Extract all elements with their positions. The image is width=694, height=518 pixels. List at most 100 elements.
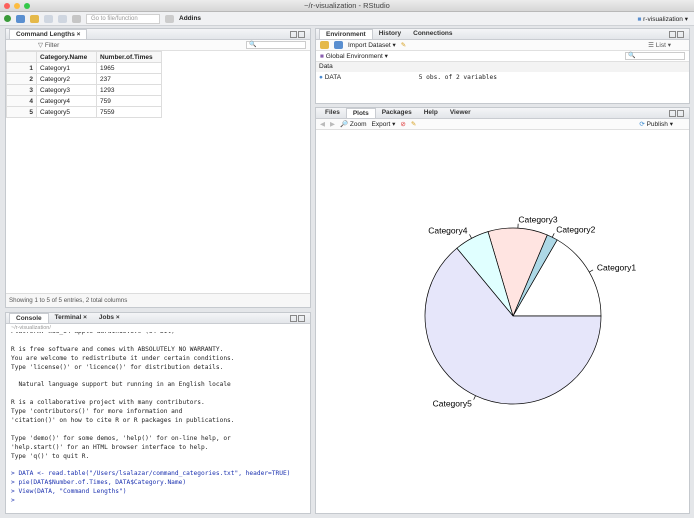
data-viewer-pane: Command Lengths × ▽ Filter 🔍 Category.Nam…	[5, 28, 311, 308]
tab-packages[interactable]: Packages	[376, 108, 418, 118]
broom-icon[interactable]: ✎	[401, 41, 406, 49]
tab-environment[interactable]: Environment	[319, 29, 373, 39]
console-line: R is free software and comes with ABSOLU…	[11, 345, 224, 353]
pie-chart: Category1 Category2Category3 Category4 Cate…	[424, 214, 636, 409]
table-cell: 2	[6, 73, 37, 85]
table-cell: Category5	[36, 106, 97, 118]
environment-search-input[interactable]: 🔍	[625, 52, 685, 60]
project-name: r-visualization	[643, 15, 683, 23]
tab-command-lengths[interactable]: Command Lengths ×	[9, 29, 88, 39]
window-title: ~/r-visualization - RStudio	[304, 1, 390, 10]
save-icon[interactable]	[44, 14, 53, 23]
plots-pane: Files Plots Packages Help Viewer ◀ ▶ 🔎 Zoom E…	[315, 107, 690, 514]
close-window-button[interactable]	[4, 3, 10, 9]
print-icon[interactable]	[72, 14, 81, 23]
table-cell: 1965	[96, 62, 162, 74]
table-cell: Category1	[36, 62, 97, 74]
tab-viewer[interactable]: Viewer	[444, 108, 477, 118]
environment-icon: ■	[320, 53, 324, 60]
console-output[interactable]: Platform: x86_64-apple-darwin15.6.0 (64-…	[6, 332, 310, 506]
pane-window-controls[interactable]	[290, 31, 306, 38]
open-file-icon[interactable]	[30, 14, 39, 23]
variable-name: DATA	[324, 74, 342, 81]
console-line: 'help.start()' for an HTML browser inter…	[11, 443, 209, 451]
column-header[interactable]	[6, 51, 37, 63]
console-command: >	[11, 497, 19, 505]
table-cell: 5	[6, 106, 37, 118]
column-header[interactable]: Category.Name	[36, 51, 97, 63]
table-row[interactable]: 1 Category1 1965	[6, 62, 162, 74]
console-line: Natural language support but running in …	[11, 381, 231, 389]
addins-menu[interactable]: Addins	[179, 15, 201, 22]
filter-button[interactable]: ▽ Filter	[38, 41, 59, 49]
column-header[interactable]: Number.of.Times	[96, 51, 162, 63]
table-cell: 1293	[96, 84, 162, 96]
viewer-search-input[interactable]: 🔍	[246, 41, 306, 49]
main-toolbar: Go to file/function Addins ■ r-visualiza…	[0, 12, 694, 26]
console-line: Type 'license()' or 'licence()' for dist…	[11, 363, 224, 371]
pane-layout-icon[interactable]	[165, 14, 174, 23]
console-command: > pie(DATA$Number.of.Times, DATA$Categor…	[11, 479, 187, 487]
new-file-icon[interactable]	[4, 15, 11, 22]
table-cell: 759	[96, 95, 162, 107]
table-row[interactable]: 5 Category5 7559	[6, 106, 162, 118]
new-project-icon[interactable]	[16, 14, 25, 23]
maximize-window-button[interactable]	[24, 3, 30, 9]
pie-label: Category5	[433, 399, 472, 409]
pie-label-line	[469, 234, 472, 239]
pie-label: Category4	[428, 226, 467, 236]
table-cell: 1	[6, 62, 37, 74]
environment-row-data[interactable]: ● DATA 5 obs. of 2 variables	[316, 72, 689, 83]
console-line: Type 'contributors()' for more informati…	[11, 408, 183, 416]
minimize-window-button[interactable]	[14, 3, 20, 9]
pie-label: Category1	[597, 263, 636, 273]
table-row[interactable]: 2 Category2 237	[6, 73, 162, 85]
console-line: 'citation()' on how to cite R or R packa…	[11, 417, 235, 425]
pane-window-controls[interactable]	[669, 110, 685, 117]
console-command: > DATA <- read.table("/Users/lsalazar/co…	[11, 470, 291, 478]
environment-scope-menu[interactable]: ■ Global Environment ▾	[320, 52, 388, 60]
publish-button[interactable]: ⟳ Publish ▾	[639, 120, 673, 128]
save-all-icon[interactable]	[58, 14, 67, 23]
list-view-button[interactable]: ☰ List ▾	[648, 41, 671, 49]
table-row[interactable]: 3 Category3 1293	[6, 84, 162, 96]
export-button[interactable]: Export ▾	[372, 120, 396, 128]
tab-files[interactable]: Files	[319, 108, 346, 118]
environment-pane: Environment History Connections Import Dat…	[315, 28, 690, 104]
pie-label-line	[551, 233, 555, 238]
back-arrow-icon[interactable]: ◀	[320, 120, 325, 128]
pie-label-line	[473, 395, 476, 400]
tab-jobs[interactable]: Jobs ×	[93, 313, 126, 323]
tab-plots[interactable]: Plots	[345, 108, 376, 118]
zoom-button[interactable]: 🔎 Zoom	[340, 120, 367, 128]
project-menu[interactable]: ■ r-visualization ▾	[637, 15, 688, 23]
table-cell: 7559	[96, 106, 162, 118]
import-dataset-button[interactable]: Import Dataset ▾	[348, 41, 396, 49]
pie-label-line	[589, 269, 594, 273]
table-row[interactable]: 4 Category4 759	[6, 95, 162, 107]
console-line: You are welcome to redistribute it under…	[11, 354, 235, 362]
table-cell: Category2	[36, 73, 97, 85]
forward-arrow-icon[interactable]: ▶	[330, 120, 335, 128]
remove-plot-icon[interactable]: ⊘	[400, 120, 405, 128]
load-workspace-icon[interactable]	[320, 41, 329, 49]
tab-connections[interactable]: Connections	[407, 29, 458, 39]
variable-value: 5 obs. of 2 variables	[418, 74, 497, 81]
tab-history[interactable]: History	[373, 29, 407, 39]
tab-terminal[interactable]: Terminal ×	[49, 313, 93, 323]
save-workspace-icon[interactable]	[334, 41, 343, 49]
table-cell: 3	[6, 84, 37, 96]
title-bar: ~/r-visualization - RStudio	[0, 0, 694, 12]
broom-icon[interactable]: ✎	[411, 120, 416, 128]
pie-label: Category2	[556, 224, 595, 234]
tab-help[interactable]: Help	[418, 108, 444, 118]
table-cell: 237	[96, 73, 162, 85]
pane-window-controls[interactable]	[290, 315, 306, 322]
goto-file-input[interactable]: Go to file/function	[86, 13, 160, 24]
pane-window-controls[interactable]	[669, 31, 685, 38]
tab-console[interactable]: Console	[9, 313, 49, 323]
